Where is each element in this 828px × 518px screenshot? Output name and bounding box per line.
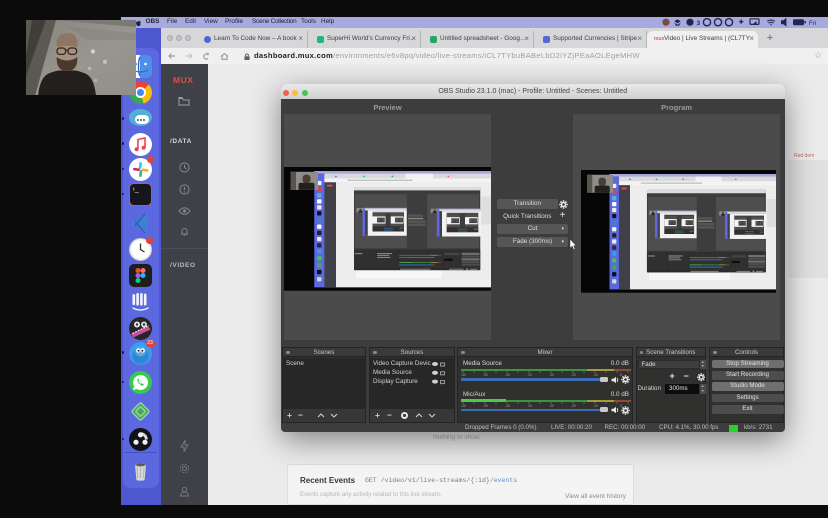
svg-text:-30: -30 — [549, 404, 554, 407]
svg-text:-50: -50 — [483, 373, 488, 376]
svg-text:-20: -20 — [571, 404, 576, 407]
svg-text:-10: -10 — [593, 373, 598, 376]
svg-text:-10: -10 — [593, 404, 598, 407]
svg-text:-20: -20 — [571, 373, 576, 376]
svg-text:Fri: Fri — [809, 21, 816, 27]
svg-text:-60: -60 — [461, 404, 466, 407]
svg-text:3: 3 — [697, 20, 701, 27]
svg-text:-60: -60 — [461, 373, 466, 376]
svg-text:-30: -30 — [549, 373, 554, 376]
svg-text:-40: -40 — [527, 373, 532, 376]
svg-text:-50: -50 — [483, 404, 488, 407]
svg-text:-40: -40 — [527, 404, 532, 407]
svg-text:-45: -45 — [505, 373, 510, 376]
svg-text:-45: -45 — [505, 404, 510, 407]
